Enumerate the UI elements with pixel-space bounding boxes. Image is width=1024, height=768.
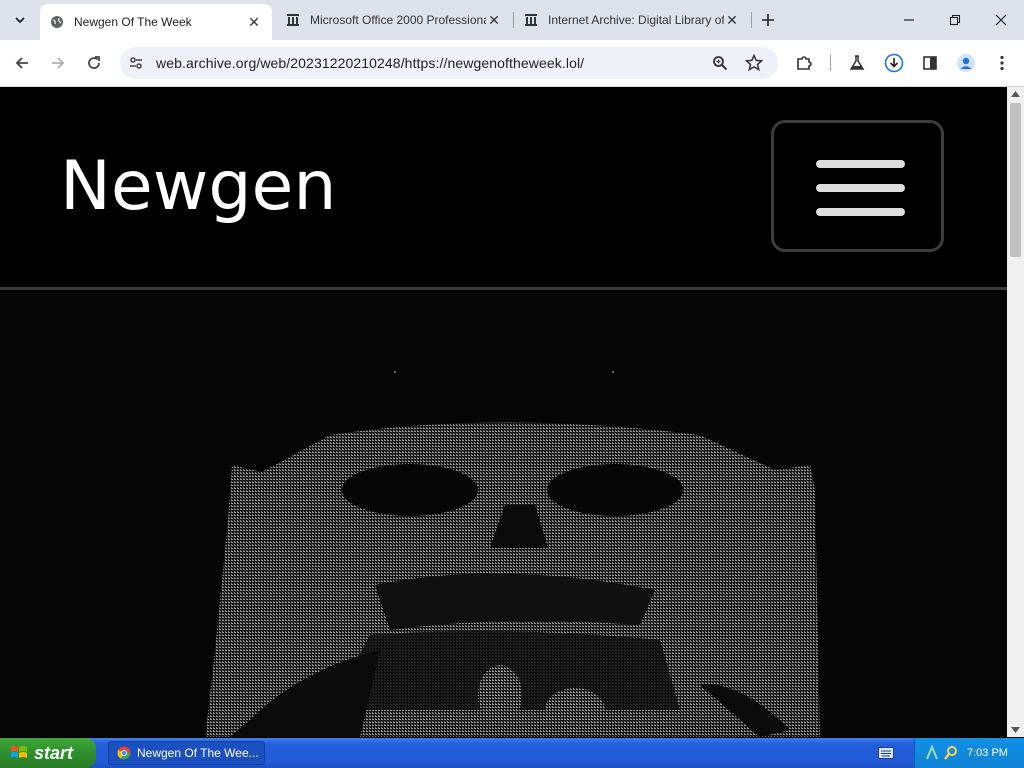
web-page: Newgen [0, 87, 1007, 737]
hamburger-bar [816, 184, 905, 192]
tab-office2000[interactable]: Microsoft Office 2000 Professional ✕ [276, 5, 512, 35]
taskbar-window-label: Newgen Of The Wee... [137, 746, 259, 760]
chevron-down-icon [15, 17, 25, 24]
restore-button[interactable] [932, 0, 978, 40]
download-icon [884, 53, 904, 73]
hamburger-menu-button[interactable] [771, 120, 944, 252]
start-label: start [34, 742, 74, 763]
archive-icon [286, 13, 300, 27]
labs-button[interactable] [843, 49, 871, 77]
close-window-button[interactable] [978, 0, 1024, 40]
close-icon [995, 14, 1007, 26]
address-bar[interactable]: web.archive.org/web/20231220210248/https… [120, 47, 778, 79]
minimize-button[interactable] [886, 0, 932, 40]
start-button[interactable]: start [0, 738, 96, 768]
browser-tab-strip: Newgen Of The Week ✕ Microsoft Office 20… [0, 0, 1024, 40]
taskbar-window-button[interactable]: Newgen Of The Wee... [108, 741, 265, 765]
new-tab-button[interactable] [754, 6, 782, 34]
hamburger-bar [816, 208, 905, 216]
vertical-scrollbar[interactable] [1007, 87, 1024, 737]
zoom-icon[interactable] [712, 55, 728, 76]
puzzle-icon [797, 56, 812, 70]
chrome-icon [117, 746, 131, 760]
tab-internet-archive[interactable]: Internet Archive: Digital Library of ✕ [514, 5, 750, 35]
network-icon[interactable] [925, 745, 939, 761]
side-panel-button[interactable] [916, 49, 944, 77]
arrow-right-icon [52, 57, 65, 69]
toolbar-separator [830, 55, 831, 71]
site-brand[interactable]: Newgen [60, 147, 336, 226]
globe-icon [50, 15, 64, 29]
windows-logo-icon [11, 746, 27, 758]
reload-button[interactable] [80, 49, 108, 77]
close-tab-icon[interactable]: ✕ [486, 12, 502, 28]
os-taskbar: start Newgen Of The Wee... 7:03 PM [0, 738, 1024, 768]
scroll-up-arrow-icon[interactable] [1011, 91, 1020, 97]
minimize-icon [904, 19, 914, 21]
scroll-down-arrow-icon[interactable] [1011, 727, 1020, 733]
keyboard-icon[interactable] [878, 747, 894, 759]
hamburger-bar [816, 160, 905, 168]
tab-separator [751, 12, 752, 28]
flask-icon [849, 55, 865, 70]
tab-search-button[interactable] [6, 6, 34, 34]
menu-button[interactable] [988, 49, 1016, 77]
close-tab-icon[interactable]: ✕ [246, 14, 262, 30]
tab-title: Newgen Of The Week [74, 15, 192, 29]
arrow-left-icon [15, 57, 28, 69]
profile-button[interactable] [952, 49, 980, 77]
back-button[interactable] [8, 49, 36, 77]
plus-icon [762, 14, 774, 26]
side-panel-icon [923, 56, 937, 70]
bookmark-star-icon[interactable] [744, 53, 764, 77]
scrollbar-thumb[interactable] [1010, 103, 1021, 257]
avatar-icon [957, 54, 975, 72]
extensions-button[interactable] [790, 49, 818, 77]
tab-title: Internet Archive: Digital Library of [548, 13, 724, 27]
archive-icon [524, 13, 538, 27]
tab-title: Microsoft Office 2000 Professional [310, 13, 486, 27]
site-header: Newgen [0, 87, 1007, 290]
url-text[interactable]: web.archive.org/web/20231220210248/https… [156, 47, 584, 79]
clock[interactable]: 7:03 PM [967, 738, 1008, 768]
kebab-menu-icon [1000, 55, 1004, 71]
site-settings-icon[interactable] [128, 55, 144, 76]
close-tab-icon[interactable]: ✕ [724, 12, 740, 28]
browser-toolbar: web.archive.org/web/20231220210248/https… [0, 40, 1024, 87]
restore-icon [949, 14, 961, 26]
search-tray-icon[interactable] [943, 745, 959, 761]
system-tray: 7:03 PM [914, 738, 1024, 768]
hero-ascii-art-image [0, 290, 1007, 737]
reload-icon [88, 56, 100, 69]
downloads-button[interactable] [880, 49, 908, 77]
tab-newgen[interactable]: Newgen Of The Week ✕ [40, 4, 272, 40]
forward-button[interactable] [44, 49, 72, 77]
